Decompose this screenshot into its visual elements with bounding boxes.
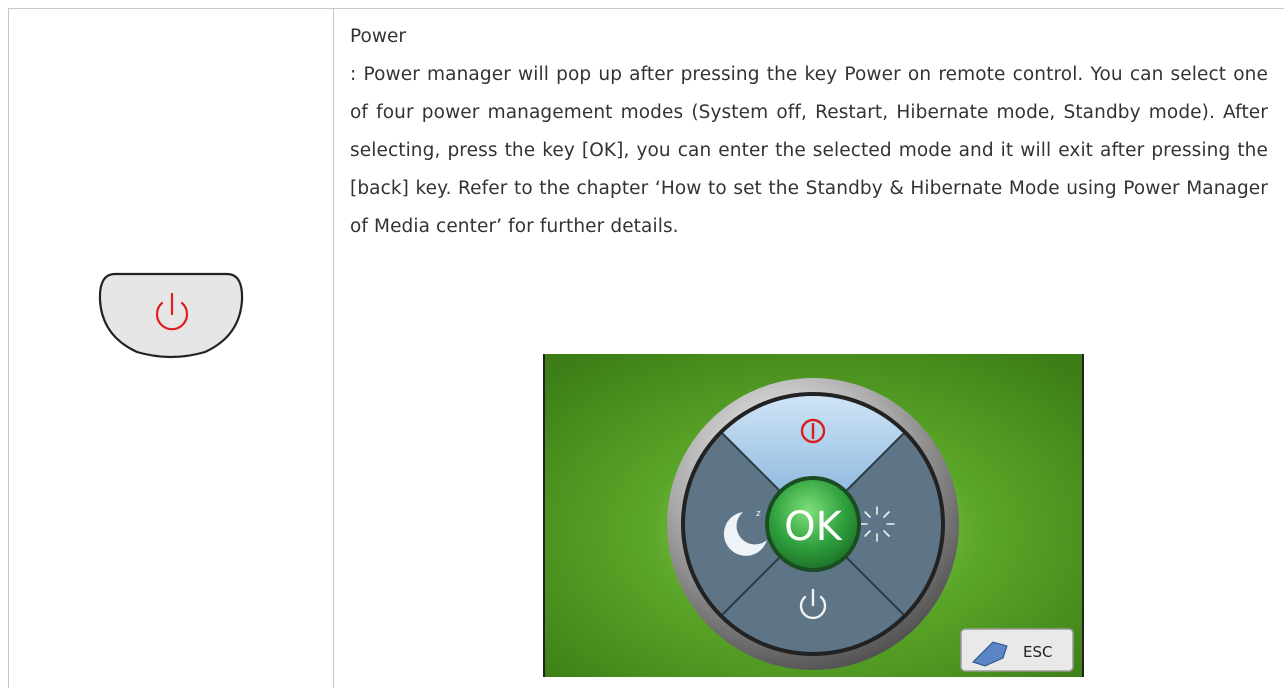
section-description: : Power manager will pop up after pressi…	[350, 64, 1268, 237]
ok-label: OK	[784, 504, 843, 550]
section-title: Power	[350, 26, 406, 47]
remote-power-key	[95, 270, 247, 364]
ok-button[interactable]: OK	[765, 476, 861, 572]
esc-button[interactable]: ESC	[960, 628, 1074, 672]
power-manager-screenshot: z OK ESC	[543, 354, 1084, 677]
column-divider	[333, 8, 334, 688]
esc-label: ESC	[1023, 643, 1052, 661]
svg-text:z: z	[756, 509, 761, 519]
description-section: Power : Power manager will pop up after …	[350, 18, 1268, 246]
